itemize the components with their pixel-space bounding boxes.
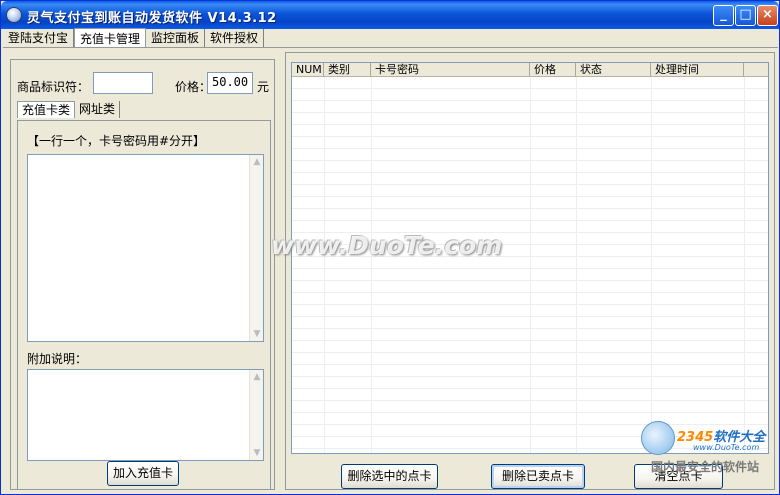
card-list-textarea[interactable]: ▲ ▼ — [27, 154, 264, 342]
add-card-button[interactable]: 加入充值卡 — [107, 461, 179, 486]
scroll-down-icon[interactable]: ▼ — [252, 329, 262, 339]
column-divider — [530, 77, 531, 453]
column-divider — [744, 77, 745, 453]
column-divider — [371, 77, 372, 453]
card-table-header: NUM 类别 卡号密码 价格 状态 处理时间 — [292, 63, 768, 77]
window-title: 灵气支付宝到账自动发货软件 V14.3.12 — [27, 11, 277, 26]
app-window: 灵气支付宝到账自动发货软件 V14.3.12 _ □ × 登陆支付宝 充值卡管理… — [0, 0, 780, 495]
app-icon — [6, 7, 22, 23]
title-bar[interactable]: 灵气支付宝到账自动发货软件 V14.3.12 _ □ × — [1, 1, 779, 29]
column-header-category[interactable]: 类别 — [324, 63, 371, 77]
scroll-down-icon[interactable]: ▼ — [252, 448, 262, 458]
delete-selected-button[interactable]: 删除选中的点卡 — [341, 464, 438, 489]
delete-sold-button[interactable]: 删除已卖点卡 — [491, 464, 585, 489]
price-unit: 元 — [257, 80, 270, 94]
tab-url-type[interactable]: 网址类 — [75, 101, 121, 118]
maximize-button[interactable]: □ — [735, 5, 756, 26]
corner-url: www.DuoTe.com — [693, 443, 760, 452]
tab-card-management[interactable]: 充值卡管理 — [74, 28, 147, 47]
close-button[interactable]: × — [757, 5, 778, 26]
extra-note-textarea[interactable]: ▲ ▼ — [27, 369, 264, 461]
column-divider — [576, 77, 577, 453]
price-label: 价格： — [175, 80, 212, 94]
tab-monitor-panel[interactable]: 监控面板 — [146, 29, 206, 47]
card-format-instruction: 【一行一个，卡号密码用#分开】 — [27, 134, 206, 148]
product-id-input[interactable] — [93, 72, 153, 94]
minimize-button[interactable]: _ — [713, 5, 734, 26]
column-divider — [324, 77, 325, 453]
tab-software-license[interactable]: 软件授权 — [205, 29, 265, 47]
watermark-text: www.DuoTe.com — [271, 231, 503, 260]
tab-login-alipay[interactable]: 登陆支付宝 — [3, 29, 75, 47]
card-list-scrollbar[interactable]: ▲ ▼ — [249, 155, 263, 341]
column-header-process-time[interactable]: 处理时间 — [651, 63, 744, 77]
column-divider — [651, 77, 652, 453]
corner-logo: 2345软件大全 www.DuoTe.com 国内最安全的软件站 — [641, 416, 779, 476]
mascot-icon — [641, 421, 675, 455]
main-tab-bar: 登陆支付宝 充值卡管理 监控面板 软件授权 — [3, 28, 265, 48]
extra-note-label: 附加说明： — [27, 352, 88, 366]
scroll-up-icon[interactable]: ▲ — [252, 157, 262, 167]
price-input[interactable]: 50.00 — [207, 72, 253, 94]
column-header-card-password[interactable]: 卡号密码 — [371, 63, 530, 77]
card-type-tabs: 充值卡类 网址类 — [17, 101, 121, 118]
tab-card-type[interactable]: 充值卡类 — [17, 101, 76, 118]
scroll-up-icon[interactable]: ▲ — [252, 372, 262, 382]
corner-slogan: 国内最安全的软件站 — [651, 460, 760, 474]
column-header-status[interactable]: 状态 — [576, 63, 651, 77]
column-header-price[interactable]: 价格 — [530, 63, 576, 77]
extra-note-scrollbar[interactable]: ▲ ▼ — [249, 370, 263, 460]
product-id-label: 商品标识符： — [17, 80, 90, 94]
column-header-num[interactable]: NUM — [292, 63, 324, 77]
